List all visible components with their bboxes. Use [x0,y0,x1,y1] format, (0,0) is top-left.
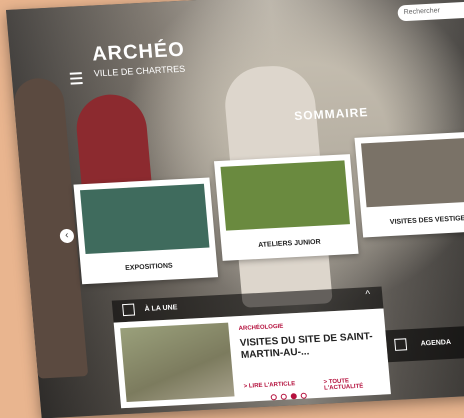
search-input[interactable]: Rechercher [397,1,464,22]
card-thumbnail [220,160,350,231]
tablet-screen: ARCHÉO VILLE DE CHARTRES Rechercher SOMM… [6,0,464,418]
calendar-icon[interactable] [394,338,408,351]
summary-card-ateliers[interactable]: ATELIERS JUNIOR [213,154,359,261]
summary-card-expositions[interactable]: EXPOSITIONS [73,177,219,285]
card-label: VISITES DES VESTIGES [389,214,464,227]
news-category: ARCHÉOLOGIE [238,323,284,333]
carousel-dot[interactable] [270,394,278,401]
carousel-dot[interactable] [280,393,288,400]
agenda-link[interactable]: AGENDA [420,339,451,348]
all-news-link[interactable]: > TOUTE L'ACTUALITÉ [323,376,390,391]
news-photo [120,322,235,402]
read-article-link[interactable]: > LIRE L'ARTICLE [243,381,295,390]
card-label: ATELIERS JUNIOR [257,238,321,249]
document-icon [122,303,136,317]
summary-card-vestiges[interactable]: VISITES DES VESTIGES [354,130,464,238]
brand[interactable]: ARCHÉO VILLE DE CHARTRES [91,39,187,79]
news-bar-label: À LA UNE [144,304,178,313]
card-label: EXPOSITIONS [124,262,173,272]
chevron-up-icon[interactable]: ^ [365,289,371,300]
carousel-dot[interactable] [290,393,298,400]
bottom-nav-bar: AGENDA [385,324,464,363]
news-title[interactable]: VISITES DU SITE DE SAINT-MARTIN-AU-... [239,331,381,362]
card-thumbnail [79,183,210,255]
news-card[interactable]: ARCHÉOLOGIE VISITES DU SITE DE SAINT-MAR… [113,308,391,409]
carousel-dot[interactable] [300,392,308,399]
menu-icon[interactable] [69,72,83,88]
card-thumbnail [360,137,464,208]
site-title: ARCHÉO [91,38,186,66]
